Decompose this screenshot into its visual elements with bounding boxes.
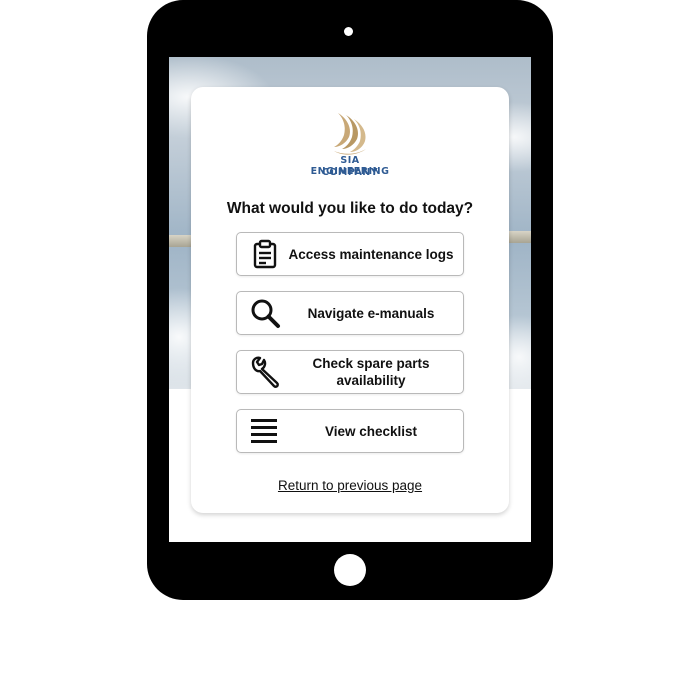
list-icon — [251, 419, 277, 443]
company-logo: SIA ENGINEERING COMPANY — [300, 111, 400, 179]
check-spare-parts-button[interactable]: Check spare parts availability — [236, 350, 464, 394]
brand-name-line2: COMPANY — [321, 167, 379, 178]
tablet-screen: SIA ENGINEERING COMPANY What would you l… — [169, 57, 531, 542]
action-label: Navigate e-manuals — [307, 305, 435, 321]
home-button[interactable] — [334, 554, 366, 586]
tablet-frame: SIA ENGINEERING COMPANY What would you l… — [147, 0, 553, 600]
return-to-previous-page-link[interactable]: Return to previous page — [191, 478, 509, 493]
prompt-heading: What would you like to do today? — [226, 200, 474, 217]
view-checklist-button[interactable]: View checklist — [236, 409, 464, 453]
clipboard-icon — [253, 239, 277, 269]
camera-dot — [344, 27, 353, 36]
access-maintenance-logs-button[interactable]: Access maintenance logs — [236, 232, 464, 276]
action-label: View checklist — [324, 423, 418, 439]
menu-card: SIA ENGINEERING COMPANY What would you l… — [191, 87, 509, 513]
action-label: Check spare parts availability — [312, 356, 430, 388]
bird-logo-icon — [334, 113, 366, 155]
navigate-e-manuals-button[interactable]: Navigate e-manuals — [236, 291, 464, 335]
wrench-icon — [251, 356, 279, 388]
action-label: Access maintenance logs — [288, 246, 454, 262]
search-icon — [251, 299, 280, 328]
